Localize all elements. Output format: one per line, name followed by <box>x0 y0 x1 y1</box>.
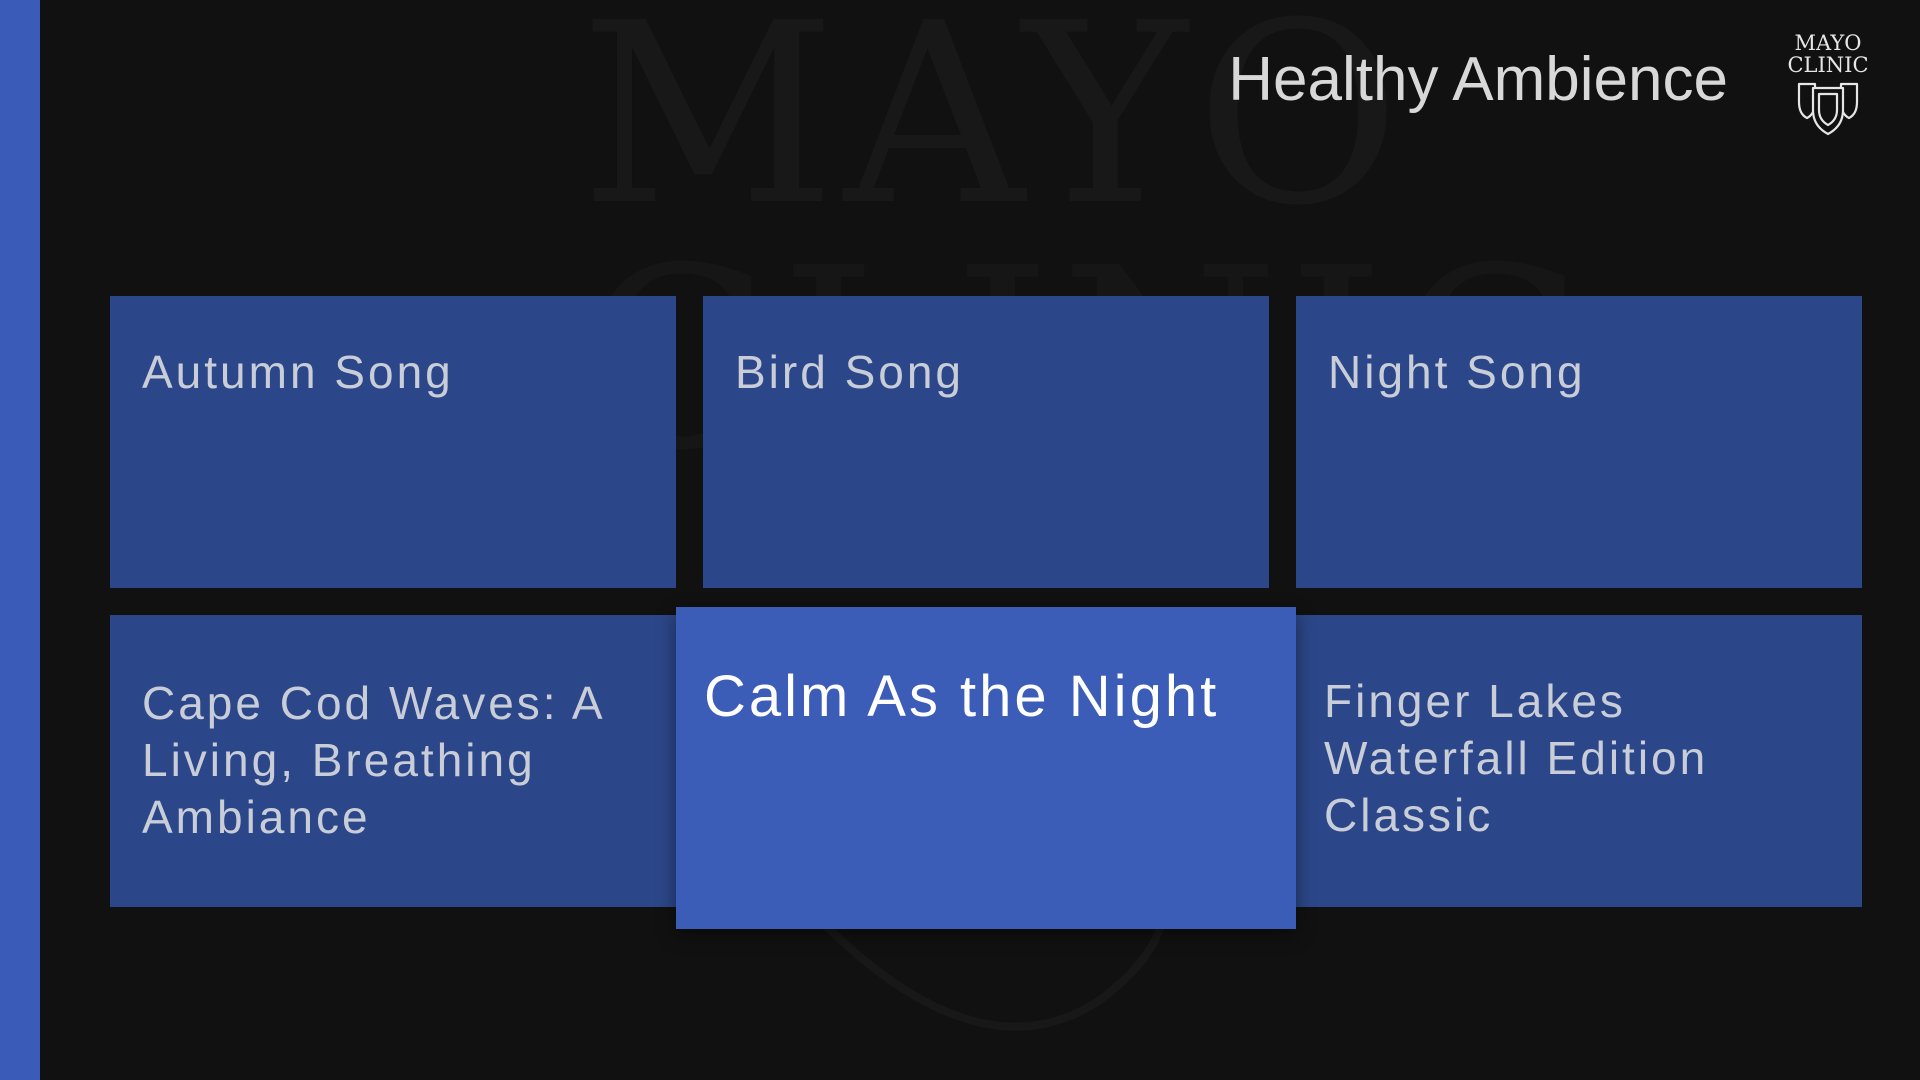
logo-text-line-2: CLINIC <box>1787 53 1869 77</box>
watermark-line-1: MAYO <box>580 0 1409 260</box>
tile-label: Cape Cod Waves: A Living, Breathing Ambi… <box>142 677 603 843</box>
mayo-clinic-logo: MAYO CLINIC <box>1778 32 1878 137</box>
tile-label: Autumn Song <box>142 346 454 398</box>
mayo-clinic-shields-icon <box>1797 82 1859 136</box>
tile-label: Calm As the Night <box>704 664 1220 729</box>
tile-label: Night Song <box>1328 346 1586 398</box>
tile-bird-song[interactable]: Bird Song <box>703 296 1269 588</box>
tile-night-song[interactable]: Night Song <box>1296 296 1862 588</box>
logo-text-line-1: MAYO <box>1794 31 1862 55</box>
tile-label: Bird Song <box>735 346 965 398</box>
tile-autumn-song[interactable]: Autumn Song <box>110 296 676 588</box>
tile-calm-as-the-night[interactable]: Calm As the Night <box>676 607 1296 929</box>
tile-cape-cod-waves[interactable]: Cape Cod Waves: A Living, Breathing Ambi… <box>110 615 676 907</box>
page-title: Healthy Ambience <box>1228 45 1728 114</box>
side-nav-strip[interactable] <box>0 0 40 1080</box>
tile-finger-lakes-waterfall[interactable]: Finger Lakes Waterfall Edition Classic <box>1296 615 1862 907</box>
tile-label: Finger Lakes Waterfall Edition Classic <box>1324 675 1709 841</box>
app-screen: MAYO CLINIC Healthy Ambience MAYO CLINIC… <box>0 0 1920 1080</box>
